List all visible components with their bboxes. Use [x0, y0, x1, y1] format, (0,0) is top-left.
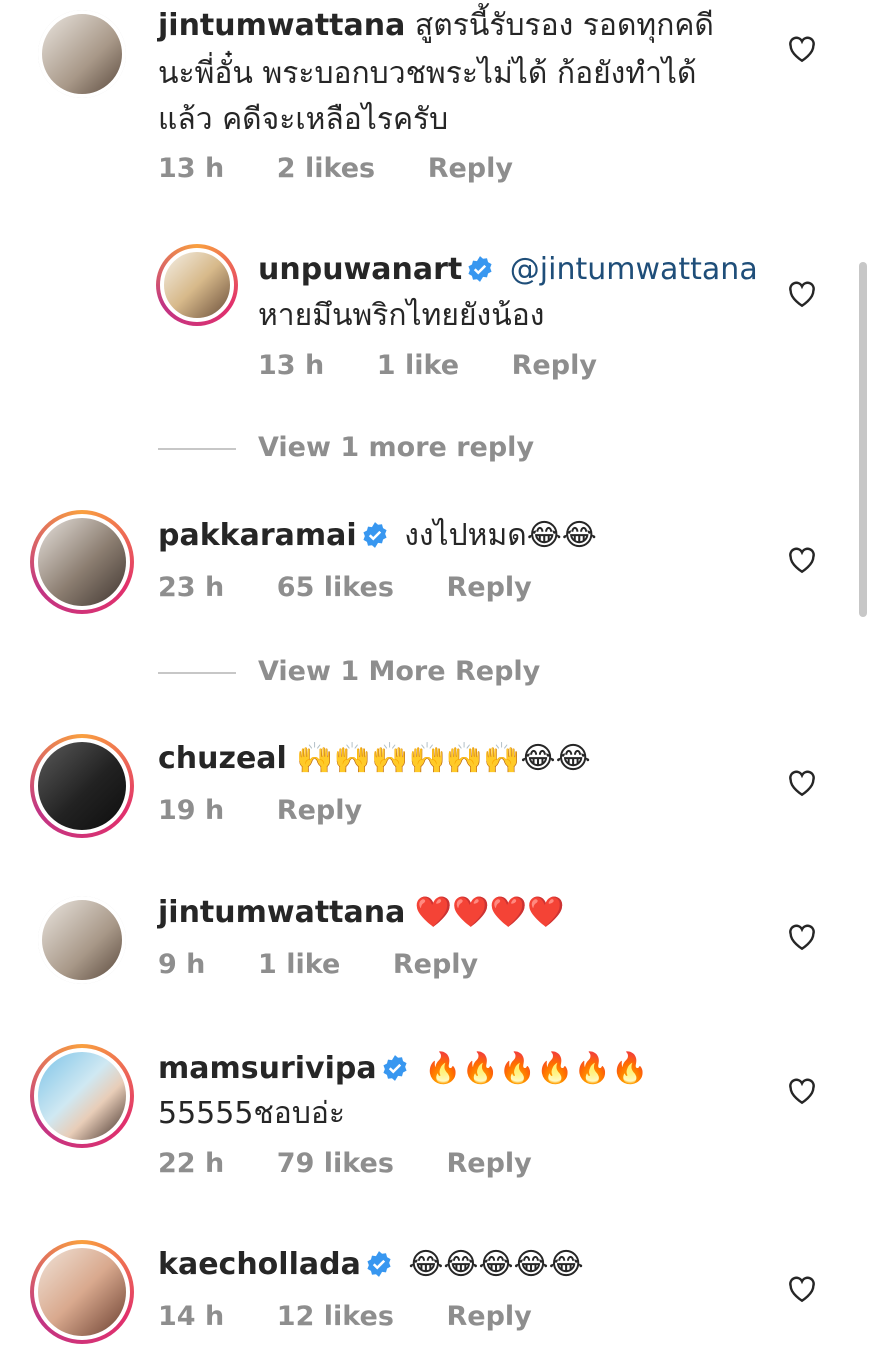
comment-text: แล้ว คดีจะเหลือไรครับ	[158, 102, 449, 137]
verified-badge-icon	[468, 256, 492, 282]
avatar[interactable]	[38, 10, 126, 98]
comment-username[interactable]: chuzeal	[158, 741, 287, 776]
avatar[interactable]	[156, 244, 238, 326]
heart-outline-icon[interactable]	[786, 767, 818, 797]
view-more-replies[interactable]: View 1 More Reply	[158, 652, 658, 692]
comment-text: หายมึนพริกไทยยังน้อง	[258, 298, 545, 333]
comment-likes[interactable]: 79 likes	[277, 1148, 394, 1179]
comment-username[interactable]: pakkaramai	[158, 518, 357, 553]
avatar[interactable]	[30, 1044, 134, 1148]
scrollbar[interactable]	[859, 262, 867, 617]
divider	[158, 448, 236, 450]
mention-link[interactable]: @jintumwattana	[510, 252, 758, 287]
comment-username[interactable]: jintumwattana	[158, 895, 405, 930]
view-more-replies[interactable]: View 1 more reply	[158, 428, 658, 468]
avatar[interactable]	[30, 1240, 134, 1344]
reply-button[interactable]: Reply	[447, 1301, 532, 1332]
comment-likes[interactable]: 1 like	[258, 949, 340, 980]
comment-username[interactable]: unpuwanart	[258, 252, 462, 287]
comment-time: 13 h	[258, 350, 325, 381]
comment-text: งงไปหมด😂😂	[404, 518, 597, 553]
comment-time: 19 h	[158, 795, 225, 826]
comment-time: 22 h	[158, 1148, 225, 1179]
avatar[interactable]	[38, 896, 126, 984]
comment-likes[interactable]: 12 likes	[277, 1301, 394, 1332]
avatar[interactable]	[30, 510, 134, 614]
reply-button[interactable]: Reply	[277, 795, 362, 826]
comment-likes[interactable]: 2 likes	[277, 153, 375, 184]
comment-time: 13 h	[158, 153, 225, 184]
comment-text: สูตรนี้รับรอง รอดทุกคดี	[414, 8, 714, 43]
comment-text: ❤️❤️❤️❤️	[414, 895, 565, 930]
comment-username[interactable]: mamsurivipa	[158, 1051, 377, 1086]
reply-button[interactable]: Reply	[393, 949, 478, 980]
heart-outline-icon[interactable]	[786, 1075, 818, 1105]
reply-button[interactable]: Reply	[512, 350, 597, 381]
comment-likes[interactable]: 65 likes	[277, 572, 394, 603]
verified-badge-icon	[363, 522, 387, 548]
reply-button[interactable]: Reply	[428, 153, 513, 184]
reply-button[interactable]: Reply	[447, 1148, 532, 1179]
comment-username[interactable]: kaechollada	[158, 1247, 361, 1282]
comment-text: 🔥🔥🔥🔥🔥🔥	[424, 1051, 649, 1086]
avatar[interactable]	[30, 734, 134, 838]
verified-badge-icon	[367, 1251, 391, 1277]
heart-outline-icon[interactable]	[786, 921, 818, 951]
heart-outline-icon[interactable]	[786, 544, 818, 574]
comment-text: 😂😂😂😂😂	[408, 1247, 584, 1282]
comment-text: 🙌🙌🙌🙌🙌🙌😂😂	[296, 741, 591, 776]
comment-time: 23 h	[158, 572, 225, 603]
comment-time: 9 h	[158, 949, 206, 980]
view-more-label[interactable]: View 1 More Reply	[258, 652, 540, 692]
comment-text: นะพี่อั๋น พระบอกบวชพระไม่ได้ ก้อยังทำได้	[158, 56, 697, 91]
heart-outline-icon[interactable]	[786, 1273, 818, 1303]
comment-username[interactable]: jintumwattana	[158, 8, 405, 43]
comment-text: 55555ชอบอ่ะ	[158, 1096, 345, 1131]
heart-outline-icon[interactable]	[786, 278, 818, 308]
verified-badge-icon	[383, 1055, 407, 1081]
heart-outline-icon[interactable]	[786, 33, 818, 63]
reply-button[interactable]: Reply	[447, 572, 532, 603]
divider	[158, 672, 236, 674]
comment-time: 14 h	[158, 1301, 225, 1332]
view-more-label[interactable]: View 1 more reply	[258, 428, 534, 468]
comment-likes[interactable]: 1 like	[377, 350, 459, 381]
